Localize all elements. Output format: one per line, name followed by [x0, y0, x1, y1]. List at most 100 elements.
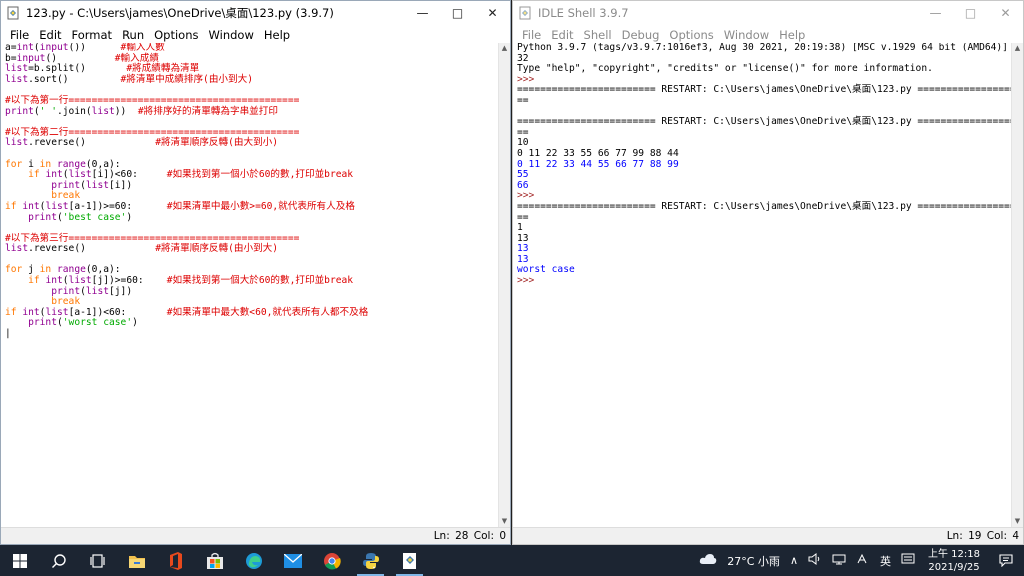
- code-line-token: (: [57, 317, 63, 329]
- code-line-token: .reverse(): [28, 137, 156, 149]
- show-hidden-icons-chevron-icon[interactable]: ∧: [785, 554, 803, 567]
- shell-line-token: ======================== RESTART: C:\Use…: [517, 84, 1011, 96]
- editor-titlebar[interactable]: 123.py - C:\Users\james\OneDrive\桌面\123.…: [1, 1, 510, 25]
- editor-window: 123.py - C:\Users\james\OneDrive\桌面\123.…: [0, 0, 511, 545]
- code-editor[interactable]: a=int(input()) #輸入人數 b=input() #輸入成績 list=…: [1, 43, 498, 527]
- shell-line: 66: [517, 180, 1007, 192]
- minimize-button[interactable]: —: [405, 1, 440, 25]
- code-line-token: .sort(): [28, 73, 121, 85]
- editor-menu-format[interactable]: Format: [67, 25, 118, 45]
- shell-line: worst case: [517, 265, 1007, 276]
- shell-line-token: 13: [517, 243, 529, 255]
- code-line-token: #如果找到第一個大於60的數,打印並break: [166, 275, 354, 287]
- code-line-token: if: [5, 200, 17, 212]
- code-line-token: in: [39, 264, 52, 276]
- chrome-icon[interactable]: [312, 545, 351, 576]
- code-line-token: [i]): [109, 179, 133, 191]
- office-icon[interactable]: [156, 545, 195, 576]
- shell-menu-debug[interactable]: Debug: [617, 25, 665, 45]
- notification-center-icon[interactable]: [988, 545, 1024, 576]
- shell-menu-shell[interactable]: Shell: [579, 25, 617, 45]
- editor-menu-window[interactable]: Window: [204, 25, 259, 45]
- network-icon[interactable]: [827, 553, 851, 568]
- code-line-token: 'best case': [62, 211, 127, 223]
- ime-mode-icon[interactable]: [851, 553, 875, 568]
- editor-scrollbar[interactable]: ▲ ▼: [498, 43, 510, 527]
- code-line-token: [5, 286, 51, 297]
- code-line-token: (: [62, 169, 69, 181]
- shell-line-token: ==: [517, 94, 529, 106]
- shell-line-token: >>>: [517, 275, 541, 287]
- shell-menubar: File Edit Shell Debug Options Window Help: [513, 25, 1023, 45]
- edge-icon[interactable]: [234, 545, 273, 576]
- code-line-token: #將清單順序反轉(由大到小): [155, 137, 279, 149]
- shell-menu-edit[interactable]: Edit: [546, 25, 578, 45]
- code-line-token: ): [132, 317, 138, 329]
- scroll-up-arrow-icon[interactable]: ▲: [499, 43, 510, 54]
- idle-icon[interactable]: [390, 545, 429, 576]
- shell-line: 0 11 22 33 44 55 66 77 88 99: [517, 158, 1007, 171]
- code-line-token: (: [33, 43, 40, 53]
- shell-line-token: 32: [517, 52, 529, 64]
- shell-line: ======================== RESTART: C:\Use…: [517, 116, 1011, 128]
- input-method-icon[interactable]: [896, 553, 920, 568]
- file-explorer-icon[interactable]: [117, 545, 156, 576]
- shell-title: IDLE Shell 3.9.7: [538, 6, 629, 20]
- shell-menu-options[interactable]: Options: [664, 25, 718, 45]
- weather-text[interactable]: 27°C 小雨: [722, 553, 785, 569]
- minimize-button[interactable]: —: [918, 1, 953, 25]
- code-line-token: int: [45, 275, 63, 287]
- editor-menu-options[interactable]: Options: [149, 25, 203, 45]
- shell-line-token: 0 11 22 33 55 66 77 99 88 44: [517, 147, 679, 159]
- maximize-button[interactable]: □: [440, 1, 475, 25]
- shell-scrollbar[interactable]: ▲ ▼: [1011, 43, 1023, 527]
- code-line-token: i: [22, 158, 40, 170]
- code-line-token: [5, 317, 28, 328]
- shell-menu-file[interactable]: File: [517, 25, 546, 45]
- search-icon[interactable]: [39, 545, 78, 576]
- code-line-token: [a-1])>=60:: [68, 200, 167, 212]
- code-line-token: for: [5, 264, 23, 276]
- code-line-token: )): [114, 105, 138, 117]
- ime-language[interactable]: 英: [875, 553, 896, 569]
- code-line-token: [j]): [109, 285, 133, 297]
- code-line-token: (: [33, 105, 40, 117]
- shell-line-token: 0 11 22 33 44 55 66 77 88 99: [517, 158, 679, 170]
- code-line-token: ' ': [39, 105, 57, 117]
- shell-menu-help[interactable]: Help: [774, 25, 810, 45]
- shell-titlebar[interactable]: IDLE Shell 3.9.7 — □ ✕: [513, 1, 1023, 25]
- store-icon[interactable]: [195, 545, 234, 576]
- code-line-token: |: [5, 328, 11, 340]
- code-line-token: (: [62, 275, 69, 287]
- start-icon[interactable]: [0, 545, 39, 576]
- editor-menu-run[interactable]: Run: [117, 25, 149, 45]
- volume-icon[interactable]: [803, 553, 827, 568]
- code-line-token: (): [45, 52, 115, 64]
- task-view-icon[interactable]: [78, 545, 117, 576]
- code-line-token: #將清單順序反轉(由小到大): [155, 243, 279, 255]
- shell-output[interactable]: Python 3.9.7 (tags/v3.9.7:1016ef3, Aug 3…: [513, 43, 1011, 527]
- scroll-up-arrow-icon[interactable]: ▲: [1012, 43, 1023, 54]
- editor-menu-help[interactable]: Help: [259, 25, 295, 45]
- shell-line: 13: [517, 233, 1007, 245]
- code-line-token: [5, 190, 51, 201]
- shell-line: 0 11 22 33 55 66 77 99 88 44: [517, 147, 1007, 160]
- code-line-token: print: [51, 285, 81, 297]
- mail-icon[interactable]: [273, 545, 312, 576]
- shell-menu-window[interactable]: Window: [719, 25, 774, 45]
- shell-statusbar: Ln: 19 Col: 4: [513, 527, 1023, 544]
- code-line-token: #以下為第一行=================================…: [5, 94, 300, 106]
- code-line: print('worst case'): [5, 318, 494, 329]
- python-icon[interactable]: [351, 545, 390, 576]
- code-line-token: .reverse(): [28, 243, 156, 255]
- code-line-token: input: [39, 43, 69, 53]
- maximize-button[interactable]: □: [953, 1, 988, 25]
- scroll-down-arrow-icon[interactable]: ▼: [499, 516, 510, 527]
- close-button[interactable]: ✕: [475, 1, 510, 25]
- clock[interactable]: 上午 12:18 2021/9/25: [920, 548, 988, 574]
- editor-menu-edit[interactable]: Edit: [34, 25, 66, 45]
- editor-menu-file[interactable]: File: [5, 25, 34, 45]
- weather-icon[interactable]: [694, 553, 722, 568]
- close-button[interactable]: ✕: [988, 1, 1023, 25]
- scroll-down-arrow-icon[interactable]: ▼: [1012, 516, 1023, 527]
